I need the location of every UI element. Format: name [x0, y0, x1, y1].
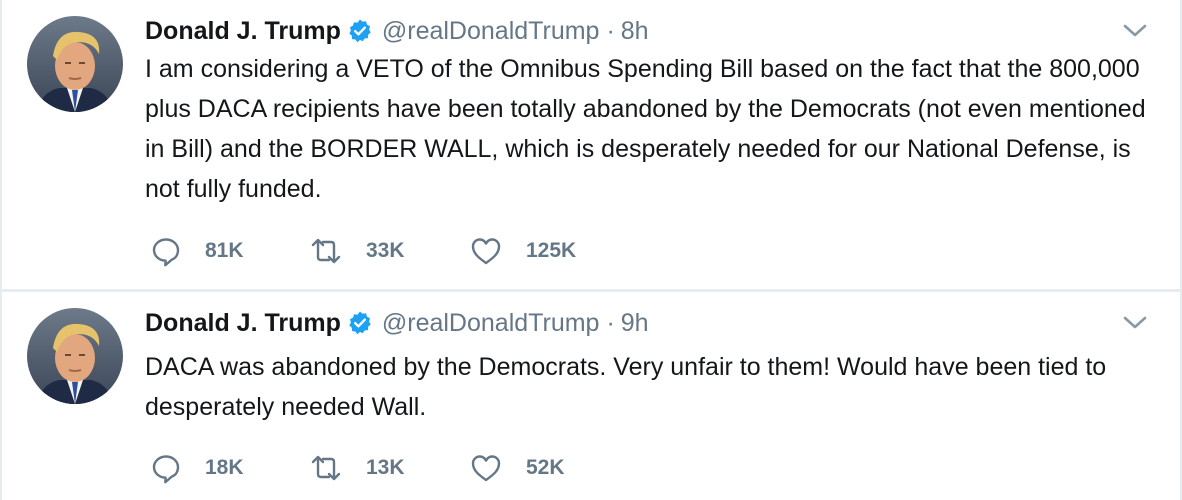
- chevron-down-icon[interactable]: [1122, 22, 1148, 40]
- tweet-text: I am considering a VETO of the Omnibus S…: [145, 55, 1146, 203]
- verified-badge-icon: [347, 310, 373, 336]
- heart-icon: [471, 455, 501, 482]
- reply-count: 81K: [205, 239, 244, 262]
- tweet-feed: Donald J. Trump @realDonaldTrump · 8h I …: [0, 0, 1182, 500]
- reply-icon: [152, 455, 180, 484]
- username[interactable]: @realDonaldTrump: [382, 309, 600, 338]
- tweet-actions: 81K 33K 125K: [150, 235, 630, 267]
- tweet[interactable]: Donald J. Trump @realDonaldTrump · 8h I …: [2, 0, 1180, 289]
- retweet-count: 13K: [366, 456, 405, 479]
- retweet-icon: [311, 455, 341, 481]
- avatar-image: [27, 308, 123, 404]
- retweet-button[interactable]: 33K: [310, 235, 470, 267]
- timestamp[interactable]: 8h: [621, 17, 649, 46]
- retweet-button[interactable]: 13K: [310, 452, 470, 484]
- separator: ·: [606, 16, 615, 45]
- separator: ·: [606, 308, 615, 337]
- retweet-icon: [311, 238, 341, 264]
- like-count: 52K: [526, 456, 565, 479]
- tweet[interactable]: Donald J. Trump @realDonaldTrump · 9h DA…: [2, 292, 1180, 500]
- verified-badge-icon: [347, 18, 373, 44]
- like-button[interactable]: 52K: [470, 452, 630, 484]
- tweet-actions: 18K 13K 52K: [150, 452, 630, 484]
- timestamp[interactable]: 9h: [621, 309, 649, 338]
- tweet-text: DACA was abandoned by the Democrats. Ver…: [145, 353, 1107, 421]
- display-name[interactable]: Donald J. Trump: [145, 309, 341, 338]
- like-button[interactable]: 125K: [470, 235, 630, 267]
- reply-button[interactable]: 18K: [150, 452, 310, 484]
- tweet-header: Donald J. Trump @realDonaldTrump · 8h: [145, 14, 649, 48]
- chevron-down-icon[interactable]: [1122, 314, 1148, 332]
- heart-icon: [471, 238, 501, 265]
- avatar[interactable]: [27, 16, 123, 112]
- reply-count: 18K: [205, 456, 244, 479]
- reply-icon: [152, 238, 180, 267]
- display-name[interactable]: Donald J. Trump: [145, 17, 341, 46]
- like-count: 125K: [526, 239, 577, 262]
- tweet-header: Donald J. Trump @realDonaldTrump · 9h: [145, 306, 649, 340]
- avatar[interactable]: [27, 308, 123, 404]
- reply-button[interactable]: 81K: [150, 235, 310, 267]
- retweet-count: 33K: [366, 239, 405, 262]
- username[interactable]: @realDonaldTrump: [382, 17, 600, 46]
- avatar-image: [27, 16, 123, 112]
